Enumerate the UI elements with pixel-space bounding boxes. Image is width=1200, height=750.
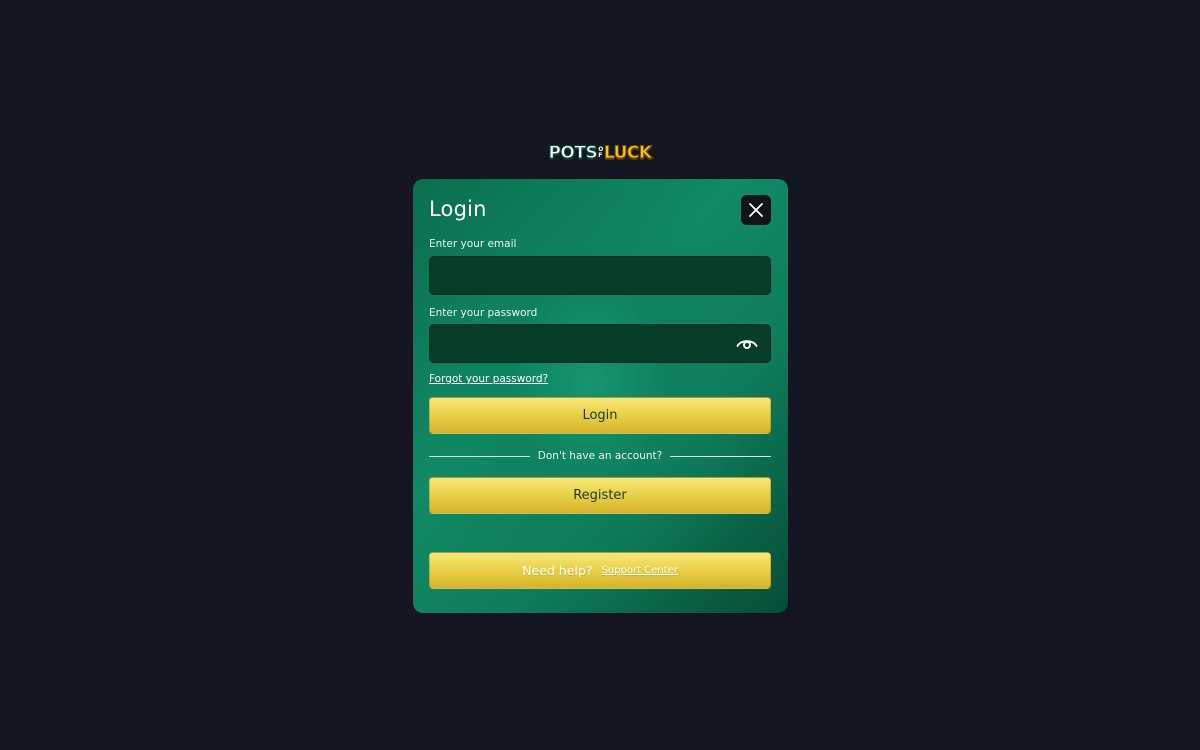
password-visibility-toggle[interactable] [735, 335, 759, 351]
login-button[interactable]: Login [429, 397, 771, 434]
email-label: Enter your email [429, 238, 517, 250]
need-help-text: Need help? [522, 563, 593, 578]
eye-icon [736, 340, 758, 349]
divider-line-left [429, 455, 530, 457]
logo-text-of: O F [598, 146, 603, 159]
login-modal: Login Enter your email Enter your passwo… [413, 179, 788, 613]
divider-text: Don't have an account? [537, 450, 663, 462]
register-button[interactable]: Register [429, 477, 771, 514]
password-label: Enter your password [429, 307, 538, 319]
divider-line-right [670, 455, 771, 457]
close-icon [749, 203, 763, 217]
close-button[interactable] [741, 195, 771, 225]
logo-text-luck: LUCK [603, 142, 652, 163]
logo-text-pots: POTS [548, 142, 598, 163]
email-field[interactable] [429, 256, 771, 295]
account-divider: Don't have an account? [429, 448, 771, 464]
modal-title: Login [429, 197, 487, 221]
password-field[interactable] [429, 324, 771, 363]
support-bar: Need help? Support Center [429, 552, 771, 589]
logo: POTS O F LUCK [544, 142, 656, 164]
forgot-password-link[interactable]: Forgot your password? [429, 373, 548, 385]
support-center-link[interactable]: Support Center [601, 565, 677, 576]
